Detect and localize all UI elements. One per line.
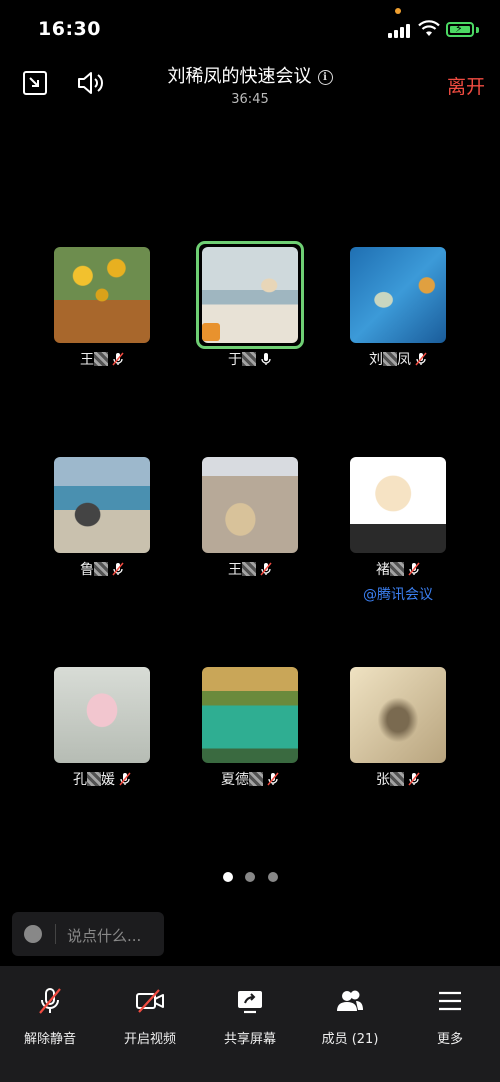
pager-dot-active[interactable] (223, 872, 233, 882)
name-redaction (383, 352, 397, 366)
participant-name: 鲁 (27, 559, 177, 579)
share-screen-icon (238, 991, 262, 1014)
mic-muted-icon (408, 562, 420, 576)
recording-indicator-dot (395, 8, 401, 14)
participant-name: 夏德 (175, 769, 325, 789)
chat-placeholder: 说点什么... (67, 927, 142, 945)
share-screen-label: 共享屏幕 (223, 1032, 276, 1047)
cellular-signal-icon (388, 24, 410, 38)
battery-icon: ⚡ (446, 22, 474, 37)
wifi-icon (418, 20, 440, 36)
participant-name-text: 刘 (369, 352, 383, 368)
name-redaction (87, 772, 101, 786)
participant-name: 刘凤 (323, 349, 473, 369)
participant-video-tile[interactable] (54, 667, 150, 763)
more-label: 更多 (436, 1032, 463, 1047)
participant-name-text: 孔 (73, 772, 87, 788)
info-icon[interactable]: i (317, 70, 333, 85)
meeting-timer: 36:45 (231, 92, 269, 107)
host-badge-icon (202, 323, 220, 341)
mic-muted-icon (415, 352, 427, 366)
participant-video-tile[interactable] (350, 247, 446, 343)
more-button[interactable]: 更多 (400, 986, 500, 1047)
bottom-toolbar: 解除静音 开启视频 共享屏幕 成员 (21) 更多 (0, 966, 500, 1082)
participant-tag-link[interactable]: @腾讯会议 (323, 584, 473, 604)
participant-name-text: 王 (228, 562, 242, 578)
mic-icon (261, 353, 271, 365)
name-redaction (94, 562, 108, 576)
participant-name: 张 (323, 769, 473, 789)
mic-muted-icon (408, 772, 420, 786)
meeting-title-text: 刘稀凤的快速会议 (167, 66, 312, 87)
mic-muted-icon (119, 772, 131, 786)
chat-divider (55, 924, 56, 944)
pager-dot[interactable] (245, 872, 255, 882)
mic-muted-icon (267, 772, 279, 786)
participant-name: 于 (175, 349, 325, 369)
menu-icon (439, 991, 461, 1011)
participant-video-tile[interactable] (350, 457, 446, 553)
name-redaction (249, 772, 263, 786)
participant-video-tile[interactable] (54, 457, 150, 553)
participant-video-tile[interactable] (202, 667, 298, 763)
participant-name: 王 (27, 349, 177, 369)
start-video-button[interactable]: 开启视频 (100, 986, 200, 1047)
name-redaction (94, 352, 108, 366)
mic-muted-icon (260, 562, 272, 576)
mic-muted-icon (112, 352, 124, 366)
participant-name-text: 张 (376, 772, 390, 788)
mic-muted-icon (112, 562, 124, 576)
participant-video-tile[interactable] (54, 247, 150, 343)
participant-name-text: 王 (80, 352, 94, 368)
mic-muted-icon (39, 988, 61, 1014)
unmute-button[interactable]: 解除静音 (0, 986, 100, 1047)
participant-name: 王 (175, 559, 325, 579)
status-time: 16:30 (38, 18, 101, 40)
members-label: 成员 (21) (321, 1032, 379, 1047)
leave-button[interactable]: 离开 (447, 72, 485, 99)
participant-name-text: 褚 (376, 562, 390, 578)
battery-tip (476, 27, 479, 33)
members-button[interactable]: 成员 (21) (300, 986, 400, 1047)
chat-input[interactable]: 说点什么... (12, 912, 164, 956)
name-redaction (242, 352, 256, 366)
participant-name-tail: 媛 (101, 772, 115, 788)
meeting-title[interactable]: 刘稀凤的快速会议 i (0, 62, 500, 88)
participant-video-tile[interactable] (202, 457, 298, 553)
unmute-label: 解除静音 (23, 1032, 76, 1047)
participant-name: 孔媛 (27, 769, 177, 789)
members-icon (337, 990, 363, 1011)
share-screen-button[interactable]: 共享屏幕 (200, 986, 300, 1047)
start-video-label: 开启视频 (123, 1032, 176, 1047)
participant-name-text: 于 (228, 352, 242, 368)
name-redaction (390, 772, 404, 786)
participant-name-tail: 凤 (397, 352, 411, 368)
participant-name-text: 夏德 (221, 772, 249, 788)
emoji-icon[interactable] (24, 925, 42, 943)
name-redaction (242, 562, 256, 576)
video-off-icon (136, 989, 164, 1013)
name-redaction (390, 562, 404, 576)
participant-video-tile[interactable] (350, 667, 446, 763)
participant-name-text: 鲁 (80, 562, 94, 578)
pager-dot[interactable] (268, 872, 278, 882)
participant-name: 褚 (323, 559, 473, 579)
